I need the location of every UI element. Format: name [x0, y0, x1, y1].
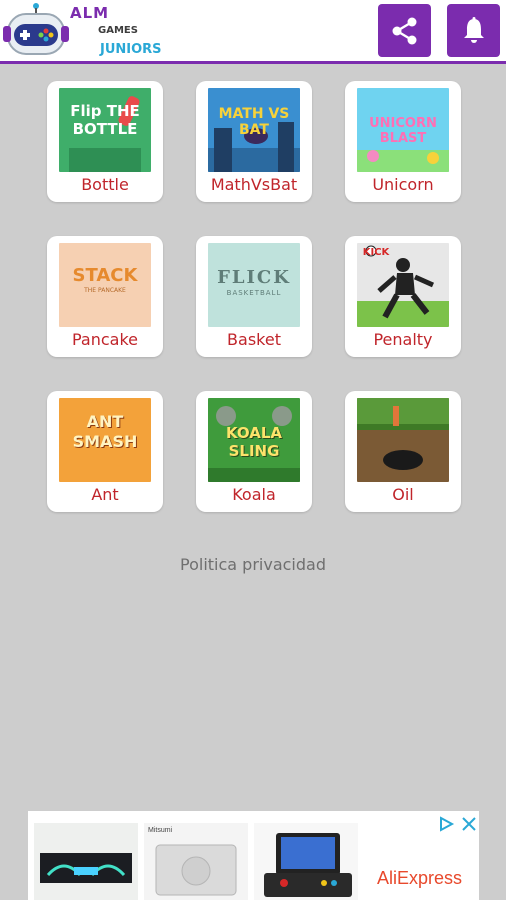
game-label-basket: Basket — [227, 330, 281, 349]
ad-product-image-2: Mitsumi — [144, 823, 248, 900]
pancake-thumb-subtitle: THE PANCAKE — [84, 287, 126, 294]
game-card-ant[interactable]: ANT SMASH Ant — [47, 391, 163, 512]
oil-thumbnail — [357, 398, 449, 482]
logo-alm-text: ALM — [70, 4, 110, 22]
close-icon — [462, 817, 476, 831]
pancake-thumb-title: STACK — [72, 265, 138, 286]
game-card-unicorn[interactable]: UNICORN BLAST Unicorn — [345, 81, 461, 202]
game-card-penalty[interactable]: KICK Penalty — [345, 236, 461, 357]
game-label-oil: Oil — [392, 485, 414, 504]
adchoices-icon[interactable] — [437, 815, 455, 837]
bottle-thumbnail: Flip THE BOTTLE — [59, 88, 151, 172]
share-icon — [392, 17, 416, 44]
mathvsbat-thumbnail: MATH VS BAT — [208, 88, 300, 172]
game-label-penalty: Penalty — [373, 330, 433, 349]
robot-gamepad-icon — [3, 3, 69, 55]
ad-close-button[interactable] — [460, 815, 478, 837]
console-art — [155, 844, 237, 896]
notifications-button[interactable] — [447, 4, 500, 57]
bottle-thumb-title: Flip THE BOTTLE — [70, 102, 140, 138]
game-card-bottle[interactable]: Flip THE BOTTLE Bottle — [47, 81, 163, 202]
game-card-pancake[interactable]: STACK THE PANCAKE Pancake — [47, 236, 163, 357]
game-label-mathvsbat: MathVsBat — [210, 175, 298, 194]
unicorn-thumbnail: UNICORN BLAST — [357, 88, 449, 172]
game-label-unicorn: Unicorn — [372, 175, 434, 194]
game-card-oil[interactable]: Oil — [345, 391, 461, 512]
ad-product-image-1 — [34, 823, 138, 900]
led-display-art — [40, 853, 132, 883]
bell-icon — [463, 16, 484, 43]
game-label-ant: Ant — [91, 485, 119, 504]
arcade-console-art — [264, 833, 352, 897]
mathvsbat-thumb-title: MATH VS BAT — [218, 106, 290, 138]
unicorn-thumb-title: UNICORN BLAST — [369, 116, 437, 146]
penalty-thumb-title: KICK — [362, 247, 390, 258]
oil-art — [357, 398, 449, 470]
ant-thumbnail: ANT SMASH — [59, 398, 151, 482]
logo-games-text: GAMES — [98, 25, 138, 36]
game-label-bottle: Bottle — [81, 175, 129, 194]
koala-thumb-title: KOALA SLING — [225, 424, 283, 460]
basket-thumbnail: FLICK BASKETBALL — [208, 243, 300, 327]
ad-product-image-3 — [254, 823, 358, 900]
app-logo: ALM GAMES JUNIORS — [2, 2, 162, 60]
game-label-pancake: Pancake — [71, 330, 138, 349]
game-label-koala: Koala — [232, 485, 276, 504]
share-button[interactable] — [378, 4, 431, 57]
basket-thumb-title: FLICK — [217, 267, 291, 288]
adchoices-play-icon — [440, 816, 455, 832]
ad-tile2-brand: Mitsumi — [148, 827, 173, 834]
penalty-thumbnail: KICK — [357, 243, 449, 327]
privacy-policy-link[interactable]: Politica privacidad — [0, 555, 506, 574]
app-header: ALM GAMES JUNIORS — [0, 0, 506, 64]
game-card-mathvsbat[interactable]: MATH VS BAT MathVsBat — [196, 81, 312, 202]
basket-thumb-subtitle: BASKETBALL — [226, 289, 282, 297]
game-card-koala[interactable]: KOALA SLING Koala — [196, 391, 312, 512]
pancake-thumbnail: STACK THE PANCAKE — [59, 243, 151, 327]
logo-juniors-text: JUNIORS — [100, 42, 162, 57]
game-card-basket[interactable]: FLICK BASKETBALL Basket — [196, 236, 312, 357]
aliexpress-logo-text: AliExpress — [377, 868, 463, 888]
koala-thumbnail: KOALA SLING — [208, 398, 300, 482]
ant-thumb-title: ANT SMASH — [72, 412, 138, 451]
